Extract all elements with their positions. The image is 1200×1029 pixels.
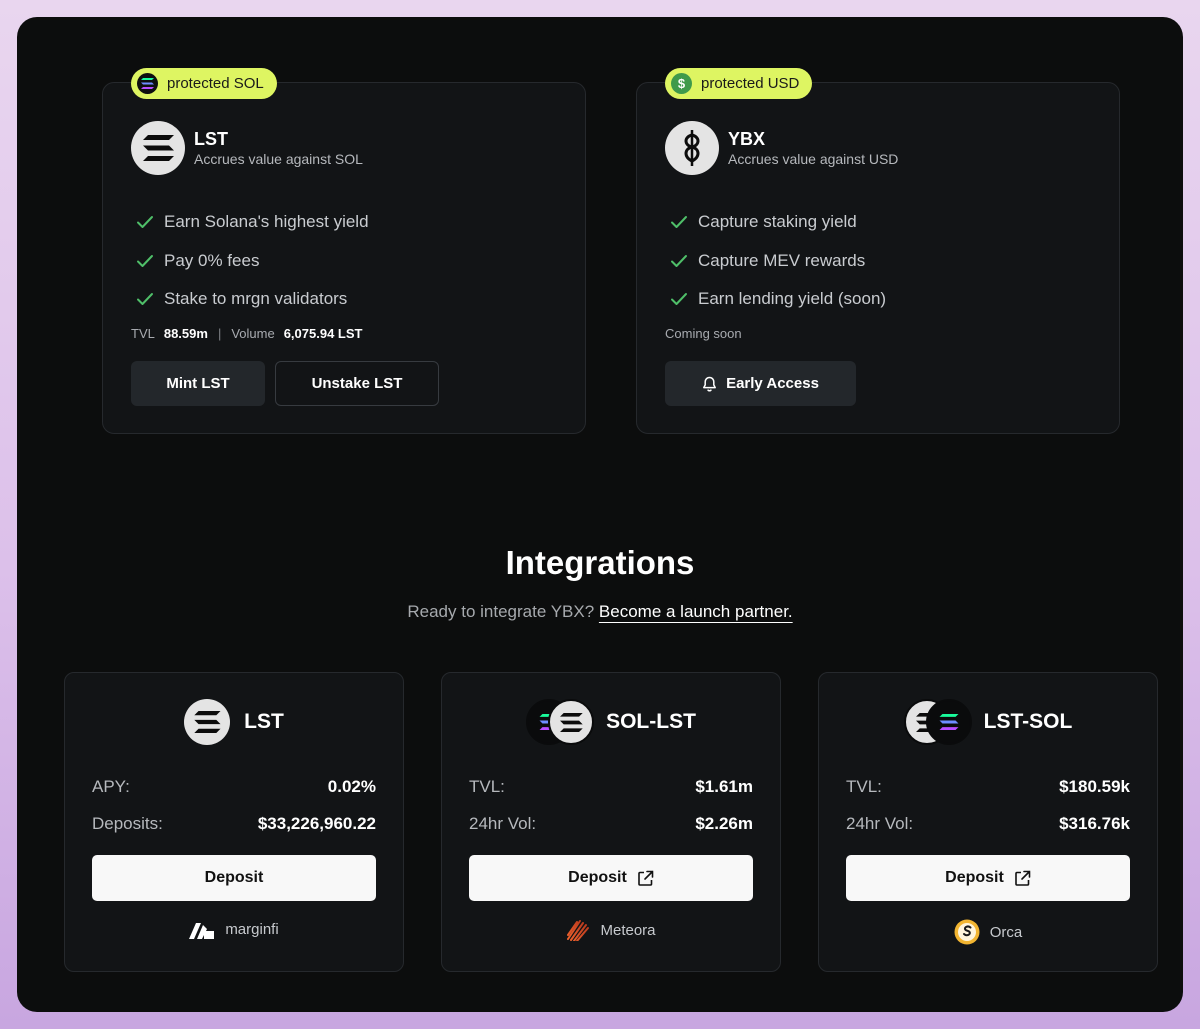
lst-product-card: protected SOL LST Accrues value against … [102,68,586,434]
integration-name: SOL-LST [606,710,696,733]
product-title: YBX [728,129,766,149]
stat-label: TVL: [846,777,882,796]
tvl-value: 88.59m [163,326,208,341]
stat-row: 24hr Vol: $2.26m [469,814,753,834]
deposit-label: Deposit [945,869,1004,886]
bell-icon [703,376,717,392]
integration-card-lst-sol: LST-SOL TVL: $180.59k 24hr Vol: $316.76k… [818,672,1158,972]
lst-token-icon [184,699,231,745]
stat-value: 0.02% [327,777,376,796]
product-title: LST [194,129,228,149]
solana-icon [137,73,158,94]
external-link-icon [1015,870,1031,886]
feature-item: Earn lending yield (soon) [669,280,886,319]
meteora-icon [567,920,590,941]
feature-text: Pay 0% fees [164,250,260,270]
stat-row: APY: 0.02% [92,777,376,797]
stat-value: $2.26m [695,814,753,833]
dollar-icon: $ [671,73,692,94]
coming-soon-label: Coming soon [665,326,742,341]
check-icon [671,216,687,229]
unstake-lst-button[interactable]: Unstake LST [275,361,439,406]
solana-icon [925,699,972,745]
stat-value: $1.61m [695,777,753,796]
protected-sol-badge: protected SOL [131,68,277,99]
provider-name: marginfi [225,920,279,938]
stat-label: TVL: [469,777,505,796]
product-subtitle: Accrues value against SOL [194,151,363,167]
provider-label: Meteora [442,919,780,941]
deposit-button[interactable]: Deposit [846,855,1130,901]
feature-item: Capture MEV rewards [669,242,886,281]
deposit-button[interactable]: Deposit [469,855,753,901]
check-icon [671,293,687,306]
check-icon [671,254,687,267]
integration-card-sol-lst: SOL-LST TVL: $1.61m 24hr Vol: $2.26m Dep… [441,672,781,972]
provider-label: Orca [819,919,1157,945]
feature-text: Earn Solana's highest yield [164,212,369,232]
integration-card-lst: LST APY: 0.02% Deposits: $33,226,960.22 … [64,672,404,972]
deposit-label: Deposit [204,869,264,886]
lst-sol-pair-icon [903,699,972,745]
stat-row: TVL: $180.59k [846,777,1130,797]
check-icon [137,254,153,267]
marginfi-icon [189,923,215,939]
feature-text: Stake to mrgn validators [164,289,348,309]
stat-label: APY: [92,777,130,796]
integration-name: LST-SOL [983,710,1073,733]
feature-item: Capture staking yield [669,203,886,242]
stat-label: 24hr Vol: [846,814,914,833]
product-subtitle: Accrues value against USD [728,151,899,167]
ybx-product-card: $ protected USD YBX Accrues value agains… [636,68,1120,434]
integrations-subtitle: Ready to integrate YBX? Become a launch … [17,602,1183,622]
launch-partner-link[interactable]: Become a launch partner. [599,602,793,621]
early-access-button[interactable]: Early Access [665,361,856,406]
feature-text: Capture MEV rewards [698,250,866,270]
integrations-title: Integrations [505,544,695,581]
tvl-label: TVL [131,326,155,341]
stat-row: Deposits: $33,226,960.22 [92,814,376,834]
integrations-subtitle-text: Ready to integrate YBX? [407,602,595,621]
stat-label: 24hr Vol: [469,814,537,833]
check-icon [137,293,153,306]
stat-label: Deposits: [92,814,163,833]
pill-label: protected SOL [167,75,264,92]
provider-name: Meteora [600,921,656,939]
stats-separator: | [217,326,222,341]
feature-item: Stake to mrgn validators [135,280,369,319]
ybx-logo-icon [665,121,719,175]
provider-name: Orca [989,923,1023,941]
feature-list: Earn Solana's highest yield Pay 0% fees … [135,203,369,319]
lst-stats: TVL 88.59m | Volume 6,075.94 LST [131,326,362,341]
app-frame: protected SOL LST Accrues value against … [17,17,1183,1012]
lst-token-icon [548,699,595,745]
pill-label: protected USD [701,75,800,92]
orca-icon [954,919,980,945]
stat-value: $33,226,960.22 [257,814,376,833]
check-icon [137,216,153,229]
feature-text: Earn lending yield (soon) [698,289,887,309]
deposit-button[interactable]: Deposit [92,855,376,901]
feature-text: Capture staking yield [698,212,857,232]
external-link-icon [638,870,654,886]
early-access-label: Early Access [726,375,819,392]
stat-value: $316.76k [1059,814,1130,833]
deposit-label: Deposit [568,869,627,886]
sol-lst-pair-icon [526,699,595,745]
feature-item: Earn Solana's highest yield [135,203,369,242]
protected-usd-badge: $ protected USD [665,68,813,99]
volume-value: 6,075.94 LST [283,326,363,341]
lst-logo-icon [131,121,185,175]
stat-row: 24hr Vol: $316.76k [846,814,1130,834]
integration-name: LST [244,710,284,733]
volume-label: Volume [231,326,275,341]
mint-lst-button[interactable]: Mint LST [131,361,265,406]
feature-item: Pay 0% fees [135,242,369,281]
provider-label: marginfi [65,919,403,939]
stat-row: TVL: $1.61m [469,777,753,797]
stat-value: $180.59k [1059,777,1130,796]
feature-list: Capture staking yield Capture MEV reward… [669,203,886,319]
